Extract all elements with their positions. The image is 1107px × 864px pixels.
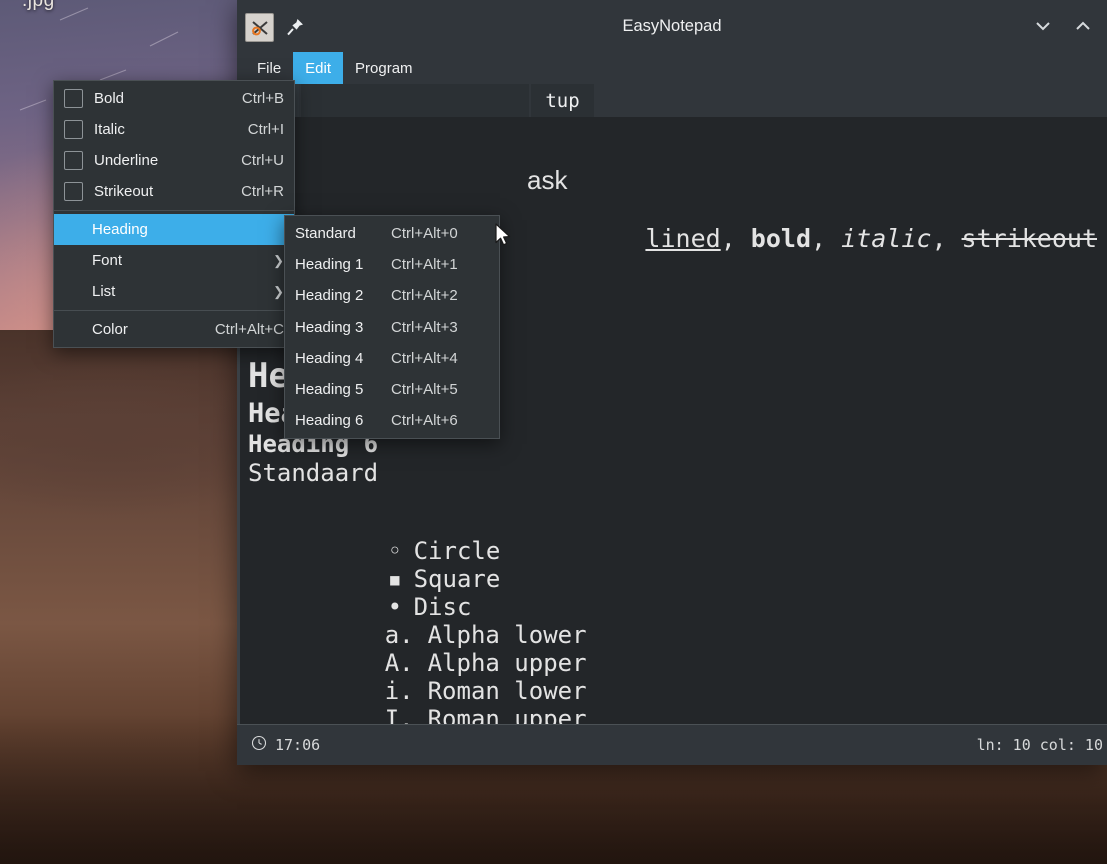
submenu-item-heading-2[interactable]: Heading 2 Ctrl+Alt+2 bbox=[285, 280, 499, 311]
checkbox-icon[interactable] bbox=[64, 89, 83, 108]
submenu-item-heading-1[interactable]: Heading 1 Ctrl+Alt+1 bbox=[285, 249, 499, 280]
menu-item-underline[interactable]: Underline Ctrl+U bbox=[54, 145, 294, 176]
menu-item-label: Heading 6 bbox=[295, 412, 391, 429]
window-controls bbox=[1023, 0, 1103, 52]
menu-separator bbox=[54, 310, 294, 311]
checkbox-icon[interactable] bbox=[64, 120, 83, 139]
menu-item-accel: Ctrl+Alt+3 bbox=[391, 319, 458, 336]
menu-item-label: Italic bbox=[94, 121, 220, 138]
menu-item-accel: Ctrl+Alt+2 bbox=[391, 287, 458, 304]
pin-icon[interactable] bbox=[284, 16, 306, 38]
clock-icon bbox=[251, 735, 267, 755]
menu-item-label: List bbox=[92, 283, 255, 300]
doc-sep bbox=[1097, 224, 1107, 253]
menu-item-accel: Ctrl+I bbox=[248, 121, 284, 138]
cursor-position: ln: 10 col: 10 bbox=[977, 736, 1103, 754]
menu-item-label: Strikeout bbox=[94, 183, 213, 200]
menu-item-accel: Ctrl+Alt+4 bbox=[391, 350, 458, 367]
tab-startup-spacer[interactable] bbox=[301, 84, 529, 117]
mouse-cursor-icon bbox=[495, 223, 513, 254]
menu-item-label: Underline bbox=[94, 152, 213, 169]
menu-item-label: Font bbox=[92, 252, 255, 269]
menu-item-color[interactable]: Color Ctrl+Alt+C bbox=[54, 314, 294, 345]
menubar-item-edit[interactable]: Edit bbox=[293, 52, 343, 84]
checkbox-icon[interactable] bbox=[64, 182, 83, 201]
menu-item-accel: Ctrl+Alt+6 bbox=[391, 412, 458, 429]
menubar-item-program[interactable]: Program bbox=[343, 52, 425, 84]
desktop-file-label: .jpg bbox=[22, 0, 55, 12]
doc-sep: , bbox=[931, 224, 961, 253]
checkbox-icon[interactable] bbox=[64, 151, 83, 170]
submenu-item-heading-6[interactable]: Heading 6 Ctrl+Alt+6 bbox=[285, 405, 499, 436]
menu-item-label: Bold bbox=[94, 90, 214, 107]
doc-bold-text: bold bbox=[751, 224, 811, 253]
menu-item-label: Heading 2 bbox=[295, 287, 391, 304]
menu-item-label: Heading 5 bbox=[295, 381, 391, 398]
window-titlebar: EasyNotepad bbox=[237, 0, 1107, 52]
doc-underlined-text: lined bbox=[645, 224, 720, 253]
list-item: II.Blabla bbox=[246, 711, 514, 724]
menu-item-accel: Ctrl+Alt+C bbox=[215, 321, 284, 338]
menu-item-label: Heading 1 bbox=[295, 256, 391, 273]
menu-item-accel: Ctrl+B bbox=[242, 90, 284, 107]
app-icon bbox=[245, 13, 274, 42]
menu-item-bold[interactable]: Bold Ctrl+B bbox=[54, 83, 294, 114]
menu-item-accel: Ctrl+R bbox=[241, 183, 284, 200]
doc-styled-line: lined, bold, italic, strikeout and all o… bbox=[525, 195, 1107, 282]
chevron-right-icon: ❯ bbox=[273, 284, 284, 300]
tab-startup[interactable]: tup bbox=[531, 84, 593, 117]
edit-menu-popup: Bold Ctrl+B Italic Ctrl+I Underline Ctrl… bbox=[53, 80, 295, 348]
menu-item-list[interactable]: List ❯ bbox=[54, 276, 294, 307]
menu-item-italic[interactable]: Italic Ctrl+I bbox=[54, 114, 294, 145]
doc-partial-line: ask bbox=[527, 165, 567, 196]
chevron-up-icon[interactable] bbox=[1063, 0, 1103, 52]
doc-italic-text: italic bbox=[841, 224, 931, 253]
submenu-item-standard[interactable]: Standard Ctrl+Alt+0 bbox=[285, 218, 499, 249]
chevron-down-icon[interactable] bbox=[1023, 0, 1063, 52]
doc-strikeout-text: strikeout bbox=[962, 224, 1097, 253]
chevron-right-icon: ❯ bbox=[273, 253, 284, 269]
menu-item-accel: Ctrl+U bbox=[241, 152, 284, 169]
menu-item-strikeout[interactable]: Strikeout Ctrl+R bbox=[54, 176, 294, 207]
menu-item-label: Heading bbox=[92, 221, 284, 238]
menu-item-label: Heading 4 bbox=[295, 350, 391, 367]
menubar: File Edit Program bbox=[237, 52, 1107, 84]
menu-item-accel: Ctrl+Alt+0 bbox=[391, 225, 458, 242]
spacer bbox=[64, 321, 81, 338]
menu-separator bbox=[54, 210, 294, 211]
submenu-item-heading-5[interactable]: Heading 5 Ctrl+Alt+5 bbox=[285, 374, 499, 405]
tabbar: New tup bbox=[237, 84, 1107, 117]
clock-time: 17:06 bbox=[275, 736, 320, 754]
menu-item-label: Heading 3 bbox=[295, 319, 391, 336]
doc-sep: , bbox=[811, 224, 841, 253]
menu-item-label: Color bbox=[92, 321, 187, 338]
heading-submenu-popup: Standard Ctrl+Alt+0 Heading 1 Ctrl+Alt+1… bbox=[284, 215, 500, 439]
spacer bbox=[64, 252, 81, 269]
menu-item-accel: Ctrl+Alt+1 bbox=[391, 256, 458, 273]
doc-standard-text: Standaard bbox=[248, 461, 378, 485]
menu-item-accel: Ctrl+Alt+5 bbox=[391, 381, 458, 398]
spacer bbox=[64, 221, 81, 238]
submenu-item-heading-4[interactable]: Heading 4 Ctrl+Alt+4 bbox=[285, 343, 499, 374]
doc-sep: , bbox=[721, 224, 751, 253]
menu-item-heading[interactable]: Heading bbox=[54, 214, 294, 245]
window-title: EasyNotepad bbox=[237, 17, 1107, 36]
statusbar: 17:06 ln: 10 col: 10 bbox=[237, 724, 1107, 765]
submenu-item-heading-3[interactable]: Heading 3 Ctrl+Alt+3 bbox=[285, 312, 499, 343]
menu-item-font[interactable]: Font ❯ bbox=[54, 245, 294, 276]
menu-item-label: Standard bbox=[295, 225, 391, 242]
spacer bbox=[64, 283, 81, 300]
